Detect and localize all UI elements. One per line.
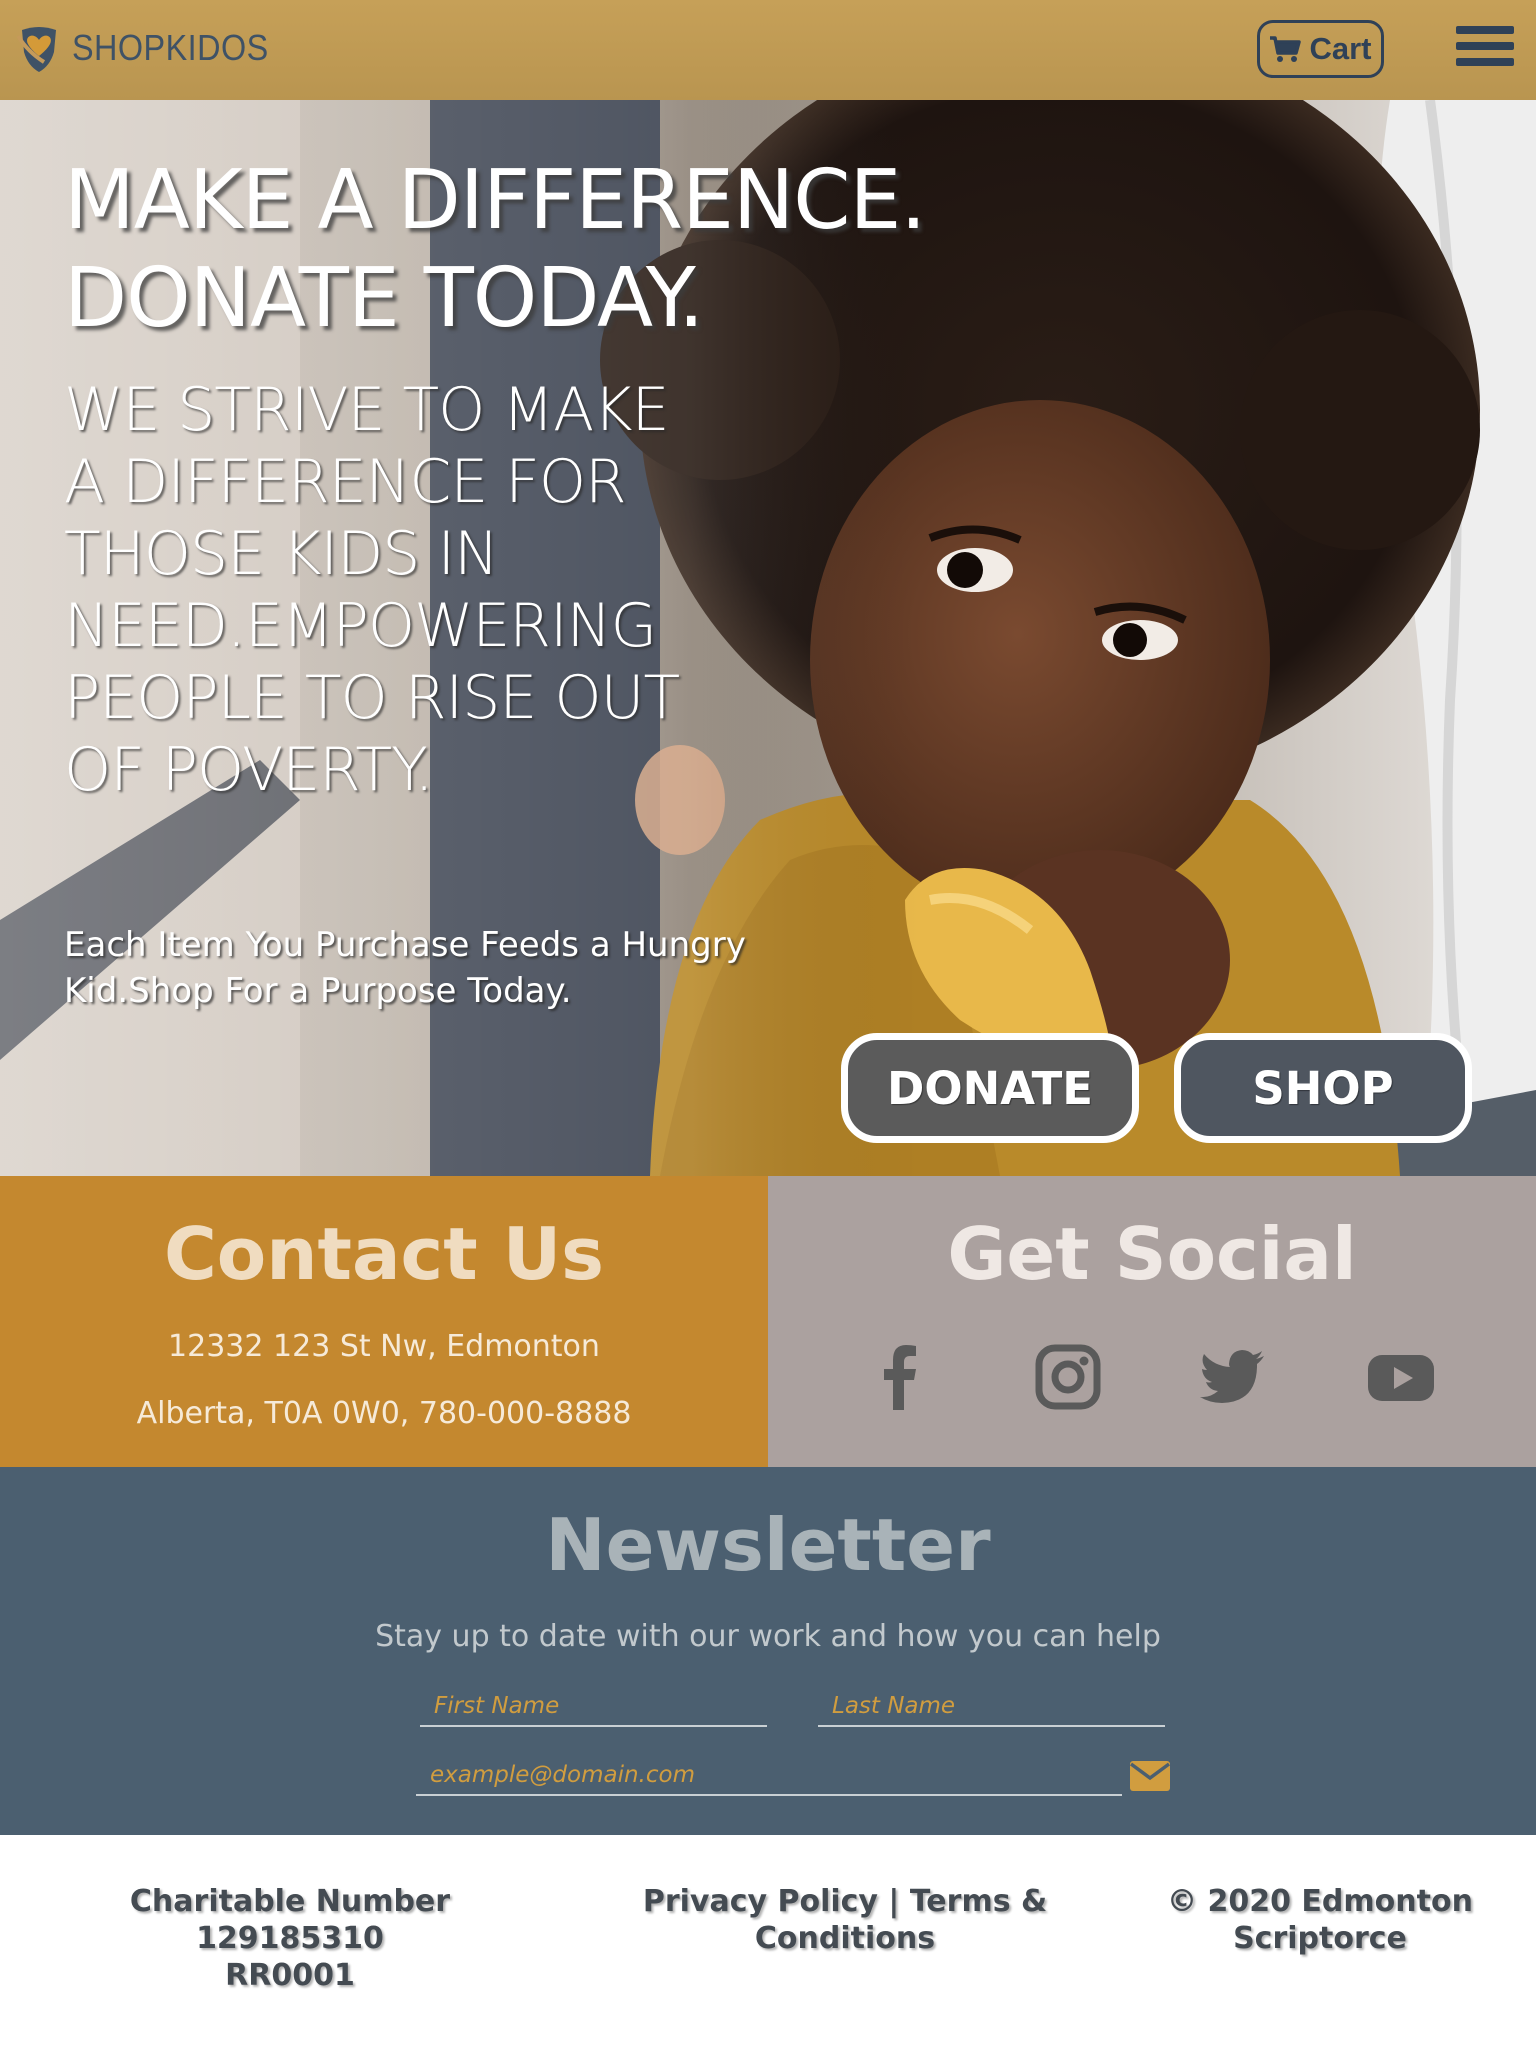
twitter-icon[interactable] [1198, 1342, 1268, 1412]
contact-us-section: Contact Us 12332 123 St Nw, Edmonton Alb… [0, 1176, 768, 1467]
hero-tagline-line: Kid.Shop For a Purpose Today. [64, 971, 572, 1011]
privacy-terms-link[interactable]: Privacy Policy | Terms & Conditions [610, 1883, 1080, 1957]
newsletter-subtitle: Stay up to date with our work and how yo… [375, 1619, 1161, 1654]
shop-button[interactable]: SHOP [1174, 1033, 1472, 1143]
hero-title-line: MAKE A DIFFERENCE. [64, 153, 926, 248]
shopping-cart-icon [1270, 36, 1302, 62]
charitable-number-line: Charitable Number 129185310 [129, 1884, 451, 1956]
contact-title: Contact Us [163, 1212, 605, 1296]
privacy-terms-line: Privacy Policy | Terms & [642, 1884, 1048, 1919]
menu-bar [1456, 58, 1514, 66]
envelope-submit-icon[interactable] [1130, 1761, 1170, 1791]
last-name-input[interactable] [818, 1687, 1165, 1727]
copyright-notice: © 2020 Edmonton Scriptorce [1150, 1883, 1490, 1957]
copyright-line: © 2020 Edmonton [1167, 1884, 1473, 1919]
hero-banner: MAKE A DIFFERENCE. DONATE TODAY. WE STRI… [0, 100, 1536, 1176]
email-input[interactable] [416, 1756, 1122, 1796]
hero-tagline: Each Item You Purchase Feeds a Hungry Ki… [64, 922, 824, 1014]
hero-title: MAKE A DIFFERENCE. DONATE TODAY. [64, 152, 926, 348]
youtube-icon[interactable] [1366, 1342, 1436, 1412]
newsletter-title: Newsletter [545, 1503, 991, 1587]
first-name-input[interactable] [420, 1687, 767, 1727]
brand-name: SHOPKIDOS [72, 27, 269, 68]
contact-address-line: 12332 123 St Nw, Edmonton [168, 1329, 600, 1364]
privacy-terms-line: Conditions [754, 1921, 936, 1956]
hero-tagline-line: Each Item You Purchase Feeds a Hungry [64, 925, 746, 965]
shield-heart-logo-icon [16, 27, 56, 72]
get-social-section: Get Social [768, 1176, 1536, 1467]
site-footer: Charitable Number 129185310 RR0001 Priva… [0, 1835, 1536, 2048]
charitable-number-line: RR0001 [225, 1958, 355, 1993]
cart-label: Cart [1309, 31, 1372, 66]
menu-bar [1456, 26, 1514, 34]
instagram-icon[interactable] [1033, 1342, 1103, 1412]
cart-button[interactable]: Cart [1257, 20, 1384, 78]
copyright-line: Scriptorce [1233, 1921, 1407, 1956]
hero-mission-statement: WE STRIVE TO MAKE A DIFFERENCE FOR THOSE… [64, 375, 680, 805]
menu-bar [1456, 42, 1514, 50]
facebook-icon[interactable] [866, 1342, 936, 1412]
hamburger-menu-icon[interactable] [1456, 26, 1514, 70]
brand-logo-link[interactable]: SHOPKIDOS [14, 22, 291, 74]
hero-title-line: DONATE TODAY. [64, 251, 704, 346]
charitable-number: Charitable Number 129185310 RR0001 [40, 1883, 540, 1994]
top-navigation-bar: SHOPKIDOS Cart [0, 0, 1536, 100]
donate-button[interactable]: DONATE [841, 1033, 1139, 1143]
contact-address-line: Alberta, T0A 0W0, 780-000-8888 [136, 1396, 632, 1431]
social-title: Get Social [947, 1212, 1357, 1296]
